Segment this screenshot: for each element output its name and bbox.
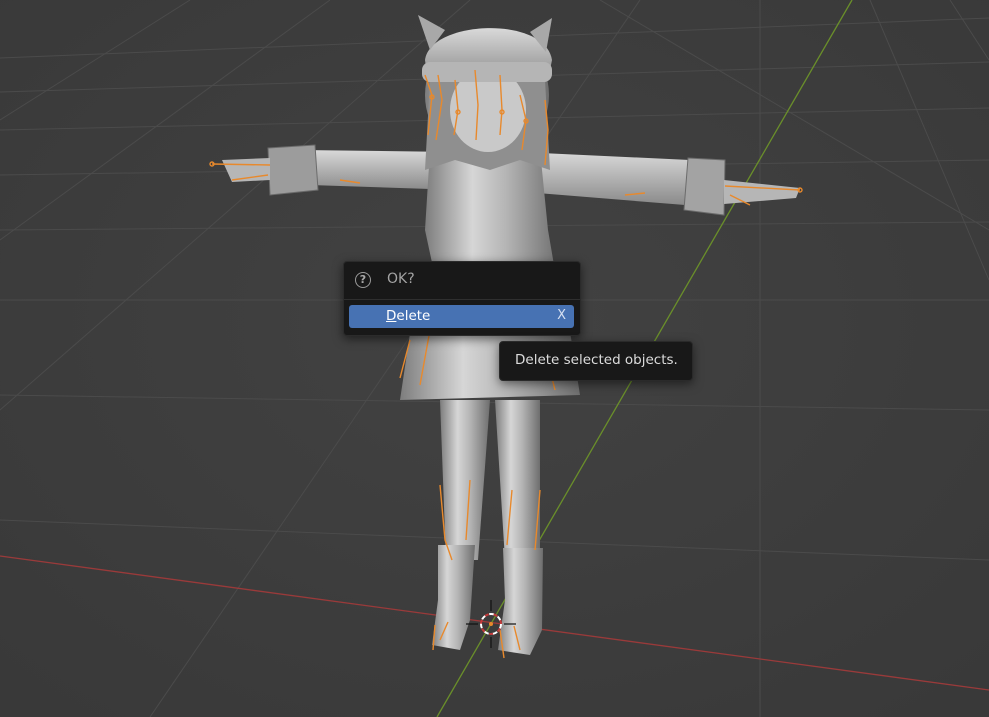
tooltip-text: Delete selected objects. — [515, 352, 678, 368]
popup-header: ? OK? — [344, 262, 580, 298]
question-icon: ? — [355, 272, 371, 288]
delete-shortcut-hint: X — [557, 308, 566, 323]
delete-button[interactable]: Delete X — [349, 305, 574, 328]
delete-tooltip: Delete selected objects. — [499, 341, 693, 381]
3d-viewport[interactable] — [0, 0, 989, 717]
popup-title: OK? — [387, 271, 415, 287]
popup-divider — [344, 299, 580, 300]
confirm-delete-popup: ? OK? Delete X — [343, 261, 581, 336]
delete-button-label: Delete — [386, 308, 431, 324]
